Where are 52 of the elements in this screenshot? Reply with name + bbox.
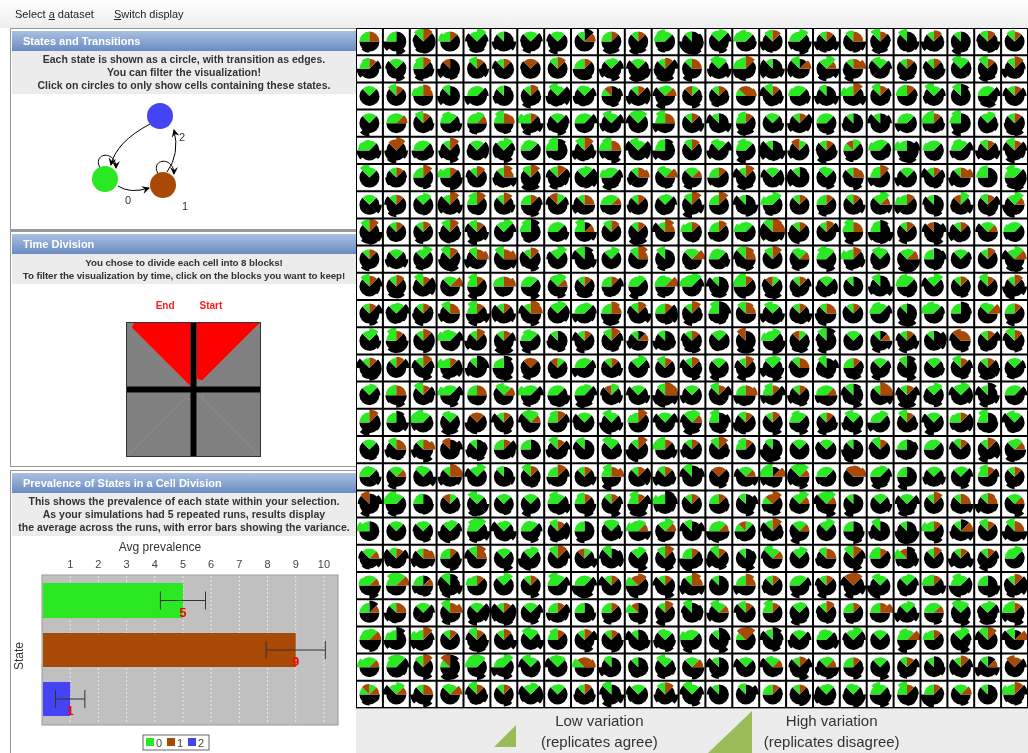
state-node[interactable] <box>150 172 176 198</box>
legend-label: 2 <box>198 737 205 749</box>
legend-label: 1 <box>177 737 184 749</box>
value-label: 1 <box>66 703 74 718</box>
tick-label: 2 <box>95 558 102 570</box>
tick-label: 3 <box>123 558 130 570</box>
description-text: This shows the prevalence of each state within your selection. <box>28 495 340 508</box>
tick-label: 9 <box>292 558 299 570</box>
description-text: You can filter the visualization! <box>107 66 261 79</box>
triangle-icon <box>494 725 516 747</box>
transition-edge <box>117 185 150 194</box>
cell-glyph-grid-drawing[interactable] <box>356 28 1028 708</box>
panel-header: Prevalence of States in a Cell Division <box>12 473 356 493</box>
self-loop-edge <box>155 160 178 175</box>
variation-label: (replicates agree) <box>541 732 658 752</box>
axis-title: Avg prevalence <box>118 540 202 554</box>
legend-label: 0 <box>156 737 163 749</box>
error-bar <box>159 591 206 610</box>
value-label: 5 <box>179 605 187 620</box>
tick-label: 5 <box>179 558 186 570</box>
end-label: End <box>155 299 175 314</box>
panel-header: Time Division <box>12 234 356 255</box>
tick-label: 4 <box>151 558 158 570</box>
transition-edge <box>109 123 151 166</box>
time-block[interactable] <box>125 398 191 458</box>
description-text: Each state is shown as a circle, with transition as edges. <box>42 53 326 66</box>
panel-header: States and Transitions <box>12 31 356 51</box>
state-node[interactable] <box>147 103 173 129</box>
description-text: You chose to divide each cell into 8 blocks! <box>85 256 283 270</box>
menu-item[interactable]: Switch display <box>108 5 189 23</box>
state-node[interactable] <box>92 166 118 192</box>
variation-label: Low variation <box>555 711 644 731</box>
triangle-icon <box>707 711 752 753</box>
description-text: the average across the runs, with error bars showing the variance. <box>18 521 350 534</box>
description-text: To filter the visualization by time, click on the blocks you want to keep! <box>22 269 346 283</box>
menu-item[interactable]: Select a dataset <box>10 5 99 23</box>
variation-label: (replicates disagree) <box>763 732 900 752</box>
state-label: 0 <box>125 194 132 206</box>
self-loop-edge <box>97 154 120 169</box>
state-label: 2 <box>179 131 186 143</box>
tick-label: 1 <box>67 558 74 570</box>
tick-label: 7 <box>236 558 243 570</box>
axis-title: State <box>12 642 26 670</box>
tick-label: 6 <box>208 558 215 570</box>
transition-edge <box>166 129 180 173</box>
tick-label: 8 <box>264 558 271 570</box>
description-text: Click on circles to only show cells containing these states. <box>37 79 331 92</box>
tick-label: 10 <box>317 558 331 570</box>
description-text: As your simulations had 5 repeated runs, results display <box>42 508 326 521</box>
start-label: Start <box>199 299 223 314</box>
variation-label: High variation <box>785 711 878 731</box>
state-label: 1 <box>182 200 189 212</box>
